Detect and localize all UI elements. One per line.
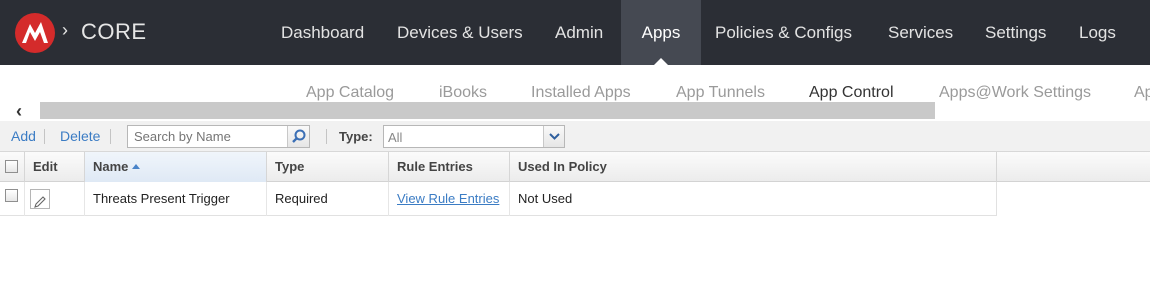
top-navigation-bar: › CORE Dashboard Devices & Users Admin A… [0,0,1150,66]
nav-services[interactable]: Services [888,0,953,65]
breadcrumb-chevron-icon: › [62,20,68,40]
nav-policies-configs[interactable]: Policies & Configs [715,0,852,65]
column-header-name[interactable]: Name [85,152,267,182]
tab-apps-at-work-settings[interactable]: Apps@Work Settings [939,84,1091,102]
row-used-in-policy: Not Used [518,191,573,206]
nav-devices-users[interactable]: Devices & Users [397,0,523,65]
type-filter-select[interactable]: All [383,125,565,148]
column-header-name-label: Name [93,159,129,174]
table-row[interactable]: Threats Present Trigger Required View Ru… [0,182,997,216]
search-button[interactable] [287,126,309,147]
sort-ascending-icon [132,164,141,169]
row-type: Required [267,182,389,216]
column-header-rule-entries[interactable]: Rule Entries [389,152,510,182]
nav-apps[interactable]: Apps [621,0,701,66]
tab-ibooks[interactable]: iBooks [439,84,487,102]
type-dropdown-button[interactable] [543,126,564,147]
tab-app-tunnels[interactable]: App Tunnels [676,84,765,102]
row-select-cell [0,182,25,216]
view-rule-entries-link[interactable]: View Rule Entries [397,191,499,206]
grid-toolbar: Add Delete Type: All [0,121,1150,152]
tab-overflow[interactable]: Ap [1134,84,1150,102]
select-all-checkbox[interactable] [5,160,18,173]
toolbar-divider [326,129,327,144]
row-checkbox[interactable] [5,189,18,202]
toolbar-divider [110,129,111,144]
tab-installed-apps[interactable]: Installed Apps [531,84,631,102]
grid-header: Edit Name Type Rule Entries Used In Poli… [0,152,1150,182]
chevron-down-icon [549,133,560,140]
tab-app-control[interactable]: App Control [809,84,894,102]
row-rule-entries-cell: View Rule Entries [389,182,510,216]
delete-button[interactable]: Delete [60,128,100,144]
tab-scrollbar[interactable] [40,102,935,119]
row-name: Threats Present Trigger [85,182,267,216]
search-icon [292,129,306,143]
toolbar-divider [44,129,45,144]
nav-dashboard[interactable]: Dashboard [281,0,364,65]
pencil-icon [34,196,46,208]
select-all-cell [0,152,25,182]
nav-admin[interactable]: Admin [555,0,603,65]
add-button[interactable]: Add [11,128,36,144]
row-edit-cell [25,182,85,216]
column-header-used-in-policy[interactable]: Used In Policy [510,152,997,182]
product-name: CORE [81,19,147,44]
tab-app-catalog[interactable]: App Catalog [306,84,394,102]
logo-mark-icon [22,22,48,43]
type-filter-label: Type: [339,129,373,144]
nav-settings[interactable]: Settings [985,0,1046,65]
scroll-left-icon[interactable]: ‹ [16,101,22,122]
column-header-edit[interactable]: Edit [25,152,85,182]
mobileiron-logo[interactable] [15,13,55,53]
nav-logs[interactable]: Logs [1079,0,1116,65]
edit-pencil-icon[interactable] [30,189,50,209]
search-input[interactable] [127,125,310,148]
column-header-type[interactable]: Type [267,152,389,182]
